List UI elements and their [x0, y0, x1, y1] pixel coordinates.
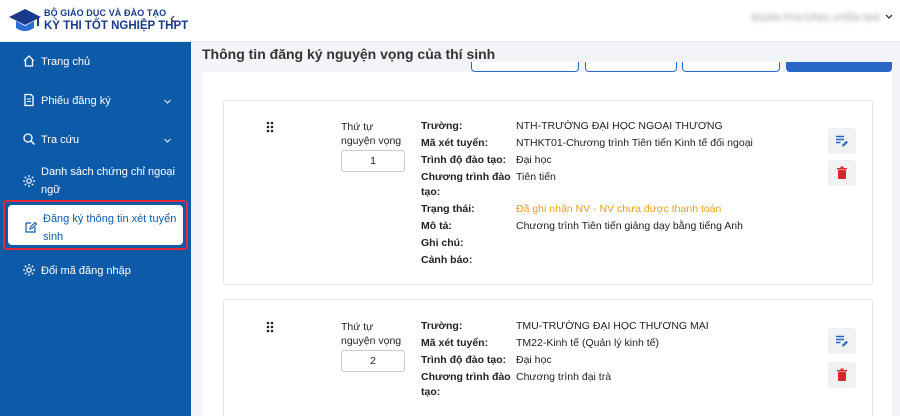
field-value-program: Chương trình đại trà: [516, 371, 612, 383]
sidebar-item-label-line2: sinh: [43, 231, 64, 243]
user-name[interactable]: ĐOÀN PHƯƠNG UYÊN NHI: [752, 13, 880, 24]
sidebar-item-registration-form[interactable]: Phiếu đăng ký: [0, 91, 191, 111]
field-value-level: Đại học: [516, 154, 552, 166]
aspirations-panel: Thứ tự nguyện vọng 1 Trường: NTH-TRƯỜNG …: [202, 72, 892, 416]
toolbar-button[interactable]: [585, 62, 677, 72]
order-input[interactable]: 1: [341, 150, 405, 172]
toolbar-button[interactable]: [471, 62, 579, 72]
field-label-school: Trường:: [421, 320, 463, 332]
sidebar-item-label: Tra cứu: [41, 134, 80, 146]
delete-button[interactable]: [828, 160, 856, 186]
field-label-note: Ghi chú:: [421, 237, 464, 249]
sidebar-item-admission-registration[interactable]: Đăng ký thông tin xét tuyển sinh: [3, 200, 188, 250]
edit-list-icon: [836, 135, 848, 147]
sidebar-item-label-line2: ngữ: [41, 184, 61, 196]
chevron-down-icon: [164, 138, 171, 143]
field-value-level: Đại học: [516, 354, 552, 366]
delete-button[interactable]: [828, 362, 856, 388]
gear-icon: [23, 175, 35, 187]
sidebar-item-lookup[interactable]: Tra cứu: [0, 130, 191, 150]
sidebar-item-label: Phiếu đăng ký: [41, 95, 111, 107]
field-label-warning: Cảnh báo:: [421, 254, 473, 266]
drag-handle-icon[interactable]: [266, 121, 274, 133]
edit-icon: [25, 221, 38, 233]
brand-line1: BỘ GIÁO DỤC VÀ ĐÀO TẠO: [44, 8, 167, 18]
toolbar-primary-button[interactable]: [786, 62, 892, 72]
edit-button[interactable]: [828, 328, 856, 354]
sidebar-item-label: Đổi mã đăng nhập: [41, 265, 131, 277]
field-label-code: Mã xét tuyển:: [421, 137, 489, 149]
order-label: Thứ tự nguyện vọng: [341, 121, 402, 147]
edit-button[interactable]: [828, 128, 856, 154]
toolbar-button[interactable]: [682, 62, 780, 72]
chevron-down-icon[interactable]: [884, 12, 894, 22]
sidebar: Trang chủ Phiếu đăng ký Tra cứu Danh sác…: [0, 42, 191, 416]
page-title: Thông tin đăng ký nguyện vọng của thí si…: [202, 46, 496, 62]
field-label-school: Trường:: [421, 120, 463, 132]
aspiration-card: Thứ tự nguyện vọng 1 Trường: NTH-TRƯỜNG …: [223, 100, 873, 285]
edit-list-icon: [836, 335, 848, 347]
field-value-status: Đã ghi nhận NV - NV chưa được thanh toán: [516, 203, 722, 215]
home-icon: [23, 55, 35, 67]
field-label-level: Trình độ đào tạo:: [421, 154, 507, 166]
graduation-cap-logo-icon: [9, 9, 41, 31]
field-value-code: NTHKT01-Chương trình Tiên tiến Kinh tế đ…: [516, 137, 753, 149]
document-icon: [24, 93, 34, 107]
delete-icon: [837, 166, 847, 179]
field-label-status: Trạng thái:: [421, 203, 475, 215]
brand: BỘ GIÁO DỤC VÀ ĐÀO TẠO KỲ THI TỐT NGHIỆP…: [44, 8, 188, 33]
field-label-code: Mã xét tuyển:: [421, 337, 489, 349]
field-label-program-line2: tạo:: [421, 386, 441, 398]
field-value-code: TM22-Kinh tế (Quản lý kinh tế): [516, 337, 659, 349]
sidebar-item-label-line1: Đăng ký thông tin xét tuyển: [43, 213, 177, 225]
order-input[interactable]: 2: [341, 350, 405, 372]
drag-handle-icon[interactable]: [266, 321, 274, 333]
aspiration-card: Thứ tự nguyện vọng 2 Trường: TMU-TRƯỜNG …: [223, 299, 873, 416]
search-icon: [23, 133, 35, 145]
field-value-program: Tiên tiến: [516, 171, 556, 183]
field-label-description: Mô tả:: [421, 220, 452, 232]
top-bar: BỘ GIÁO DỤC VÀ ĐÀO TẠO KỲ THI TỐT NGHIỆP…: [0, 0, 900, 42]
field-value-school: TMU-TRƯỜNG ĐẠI HỌC THƯƠNG MẠI: [516, 320, 709, 332]
order-label: Thứ tự nguyện vọng: [341, 321, 402, 347]
sidebar-item-label-line1: Danh sách chứng chỉ ngoại: [41, 166, 175, 178]
field-value-school: NTH-TRƯỜNG ĐẠI HỌC NGOẠI THƯƠNG: [516, 120, 723, 132]
collapse-sidebar-icon[interactable]: ‹: [170, 11, 175, 27]
brand-line2: KỲ THI TỐT NGHIỆP THPT: [44, 20, 189, 32]
sidebar-item-label: Trang chủ: [41, 56, 91, 68]
sidebar-item-home[interactable]: Trang chủ: [0, 52, 191, 72]
chevron-down-icon: [164, 99, 171, 104]
gear-icon: [23, 264, 35, 276]
delete-icon: [837, 368, 847, 381]
sidebar-item-change-password[interactable]: Đổi mã đăng nhập: [0, 261, 191, 281]
field-label-level: Trình độ đào tạo:: [421, 354, 507, 366]
field-value-description: Chương trình Tiên tiến giảng dạy bằng ti…: [516, 220, 743, 232]
sidebar-item-language-certificates[interactable]: Danh sách chứng chỉ ngoại ngữ: [0, 162, 191, 202]
field-label-program-line1: Chương trình đào: [421, 371, 511, 383]
field-label-program-line2: tạo:: [421, 186, 441, 198]
field-label-program-line1: Chương trình đào: [421, 171, 511, 183]
